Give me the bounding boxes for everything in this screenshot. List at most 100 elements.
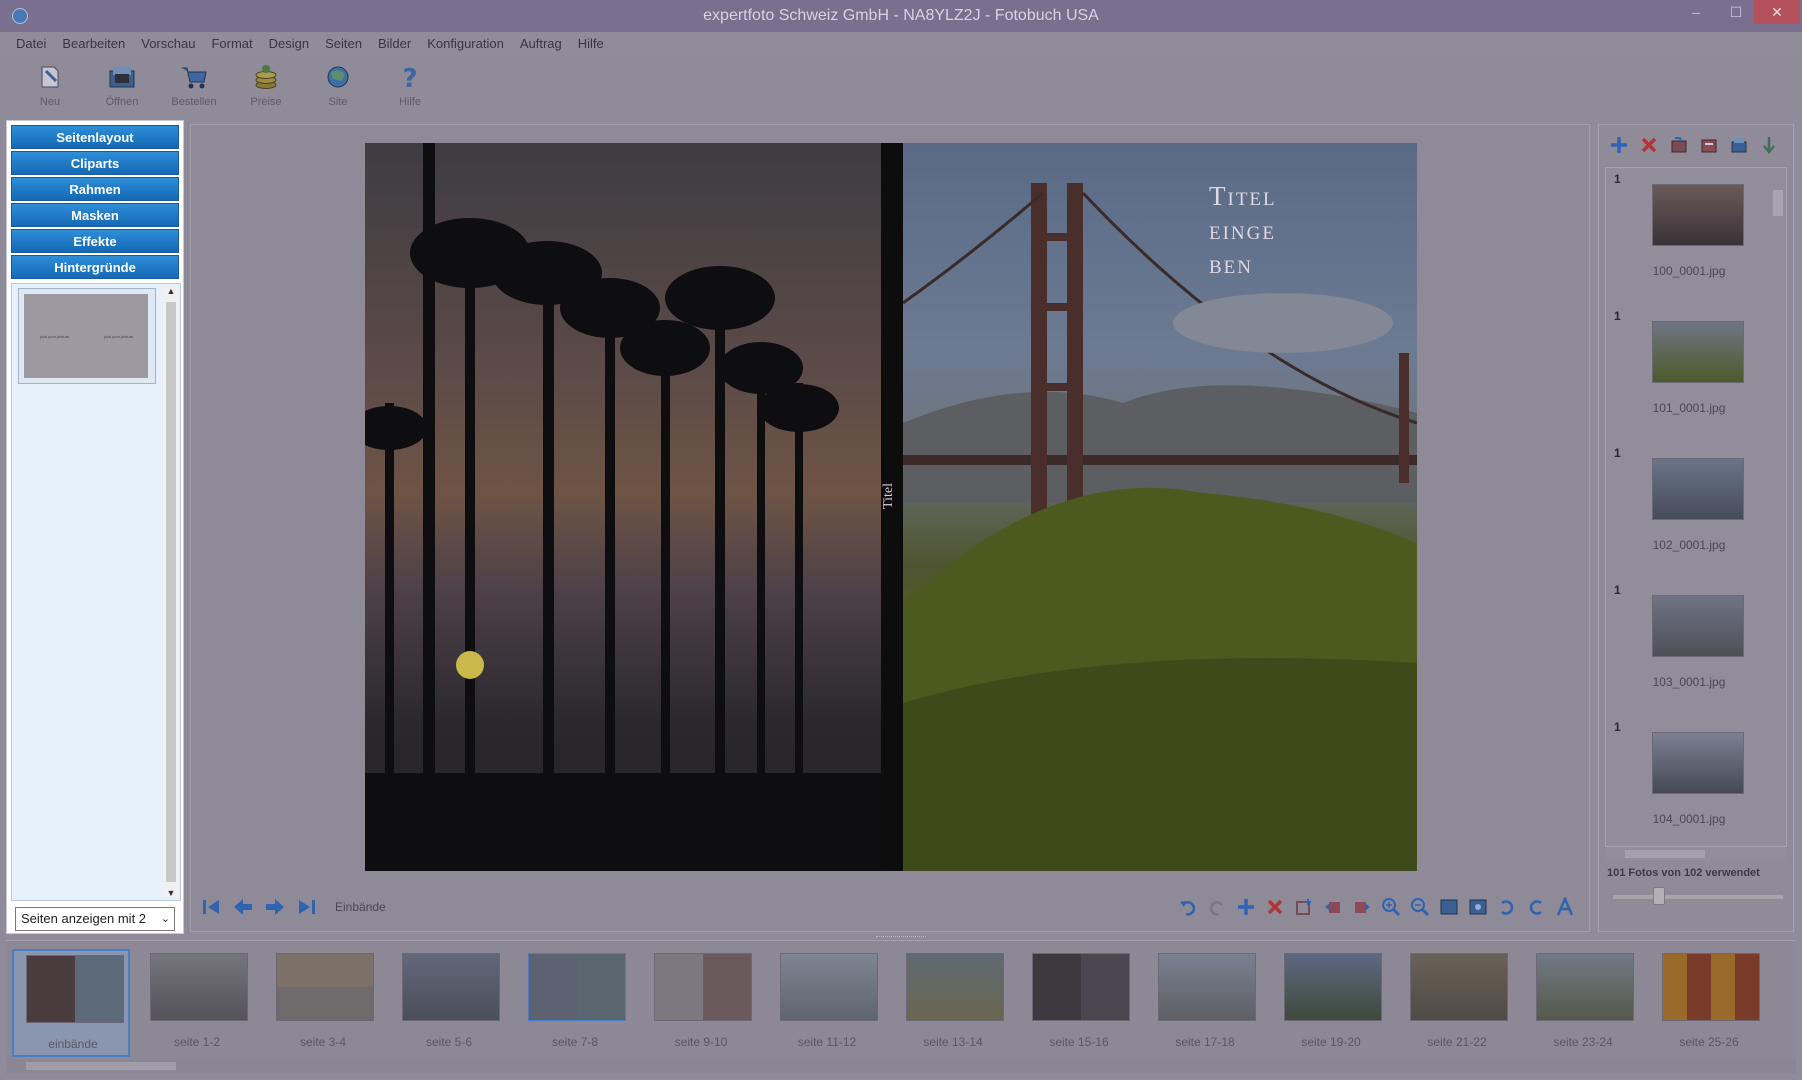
filmstrip-page[interactable]: seite 25-26	[1650, 949, 1768, 1057]
menu-bearbeiten[interactable]: Bearbeiten	[56, 32, 135, 56]
filmstrip-page[interactable]: seite 19-20	[1272, 949, 1390, 1057]
photo-options-button[interactable]	[1727, 133, 1751, 157]
app-icon[interactable]	[12, 8, 28, 24]
rotate-left-button[interactable]	[1495, 895, 1519, 919]
photo-list-scrollbar[interactable]	[1772, 170, 1784, 838]
cover-back-photo[interactable]	[365, 143, 881, 871]
photo-item[interactable]: 1 102_0001.jpg	[1606, 442, 1772, 579]
photo-item[interactable]: 1 104_0001.jpg	[1606, 716, 1772, 846]
scroll-thumb[interactable]	[1773, 190, 1783, 216]
category-rahmen[interactable]: Rahmen	[11, 177, 179, 201]
text-button[interactable]	[1553, 895, 1577, 919]
category-masken[interactable]: Masken	[11, 203, 179, 227]
filmstrip-page[interactable]: seite 11-12	[768, 949, 886, 1057]
photo-thumbnail[interactable]	[1652, 595, 1744, 657]
scroll-down-icon[interactable]: ▼	[164, 888, 178, 898]
scroll-thumb[interactable]	[166, 302, 176, 882]
undo-button[interactable]	[1176, 895, 1200, 919]
remove-photo-button[interactable]	[1637, 133, 1661, 157]
filmstrip-page[interactable]: seite 1-2	[138, 949, 256, 1057]
filmstrip-page[interactable]: seite 15-16	[1020, 949, 1138, 1057]
filmstrip-label: seite 1-2	[173, 1035, 221, 1049]
menu-vorschau[interactable]: Vorschau	[135, 32, 205, 56]
layout-thumbnail[interactable]: pick your picture pick your picture	[18, 288, 156, 384]
photo-thumbnail[interactable]	[1652, 321, 1744, 383]
filmstrip-page[interactable]: seite 3-4	[264, 949, 382, 1057]
site-button[interactable]: Site	[302, 56, 374, 118]
undo-icon	[1180, 901, 1196, 916]
scroll-thumb[interactable]	[26, 1062, 176, 1070]
filmstrip-page[interactable]: seite 7-8	[516, 949, 634, 1057]
rotate-right-button[interactable]	[1524, 895, 1548, 919]
delete-button[interactable]	[1263, 895, 1287, 919]
open-button[interactable]: Öffnen	[86, 56, 158, 118]
menu-design[interactable]: Design	[263, 32, 319, 56]
category-effekte[interactable]: Effekte	[11, 229, 179, 253]
last-page-icon	[299, 900, 315, 914]
filmstrip-page[interactable]: einbände	[12, 949, 130, 1057]
photo-item[interactable]: 1 100_0001.jpg	[1606, 168, 1772, 305]
spine-title[interactable]: Titel	[881, 483, 903, 509]
add-photo-button[interactable]	[1607, 133, 1631, 157]
menu-hilfe[interactable]: Hilfe	[572, 32, 614, 56]
filmstrip-page[interactable]: seite 9-10	[642, 949, 760, 1057]
next-page-button[interactable]	[263, 895, 287, 919]
import-folder-button[interactable]	[1667, 133, 1691, 157]
menu-bilder[interactable]: Bilder	[372, 32, 421, 56]
open-icon	[107, 62, 137, 92]
photo-item[interactable]: 1 101_0001.jpg	[1606, 305, 1772, 442]
first-page-button[interactable]	[199, 895, 223, 919]
zoom-in-button[interactable]	[1379, 895, 1403, 919]
photo-item[interactable]: 1 103_0001.jpg	[1606, 579, 1772, 716]
filmstrip-scrollbar[interactable]	[6, 1059, 1796, 1073]
photo-thumbnail[interactable]	[1652, 184, 1744, 246]
category-hintergruende[interactable]: Hintergründe	[11, 255, 179, 279]
filmstrip-page[interactable]: seite 23-24	[1524, 949, 1642, 1057]
bring-front-button[interactable]	[1350, 895, 1374, 919]
menu-konfiguration[interactable]: Konfiguration	[421, 32, 514, 56]
fit-page-icon	[1469, 899, 1487, 915]
cover-title-text[interactable]: Titel einge ben	[1209, 179, 1277, 281]
photo-thumbnail[interactable]	[1652, 732, 1744, 794]
filmstrip-page[interactable]: seite 17-18	[1146, 949, 1264, 1057]
order-label: Bestellen	[171, 96, 217, 108]
new-button[interactable]: Neu	[14, 56, 86, 118]
menu-seiten[interactable]: Seiten	[319, 32, 372, 56]
add-button[interactable]	[1234, 895, 1258, 919]
layout-scrollbar[interactable]: ▲ ▼	[164, 286, 178, 898]
send-back-button[interactable]	[1321, 895, 1345, 919]
menu-datei[interactable]: Datei	[10, 32, 56, 56]
frame-button[interactable]	[1292, 895, 1316, 919]
scroll-up-icon[interactable]: ▲	[164, 286, 178, 296]
zoom-out-button[interactable]	[1408, 895, 1432, 919]
maximize-button[interactable]: ☐	[1716, 0, 1756, 24]
filmstrip-label: seite 23-24	[1553, 1035, 1613, 1049]
cover-front-photo[interactable]: Titel einge ben	[903, 143, 1417, 871]
photo-sort-button[interactable]	[1757, 133, 1781, 157]
fit-page-button[interactable]	[1466, 895, 1490, 919]
photo-thumbnail[interactable]	[1652, 458, 1744, 520]
filmstrip-page[interactable]: seite 13-14	[894, 949, 1012, 1057]
prices-button[interactable]: Preise	[230, 56, 302, 118]
filmstrip-page[interactable]: seite 21-22	[1398, 949, 1516, 1057]
category-cliparts[interactable]: Cliparts	[11, 151, 179, 175]
thumbnail-size-slider[interactable]	[1613, 887, 1783, 905]
cover-spine[interactable]: Titel	[881, 143, 903, 871]
fit-width-button[interactable]	[1437, 895, 1461, 919]
minimize-button[interactable]: –	[1676, 0, 1716, 24]
last-page-button[interactable]	[295, 895, 319, 919]
remove-unused-button[interactable]	[1697, 133, 1721, 157]
pages-display-select[interactable]: Seiten anzeigen mit 2 ⌄	[15, 907, 175, 931]
slider-knob[interactable]	[1653, 887, 1665, 905]
category-seitenlayout[interactable]: Seitenlayout	[11, 125, 179, 149]
menu-format[interactable]: Format	[205, 32, 262, 56]
scroll-thumb[interactable]	[1625, 850, 1705, 858]
menu-auftrag[interactable]: Auftrag	[514, 32, 572, 56]
filmstrip-page[interactable]: seite 5-6	[390, 949, 508, 1057]
help-button[interactable]: ? Hilfe	[374, 56, 446, 118]
order-button[interactable]: Bestellen	[158, 56, 230, 118]
redo-button[interactable]	[1205, 895, 1229, 919]
prev-page-button[interactable]	[231, 895, 255, 919]
close-button[interactable]: ✕	[1754, 0, 1800, 24]
photo-list-hscrollbar[interactable]	[1605, 847, 1787, 861]
